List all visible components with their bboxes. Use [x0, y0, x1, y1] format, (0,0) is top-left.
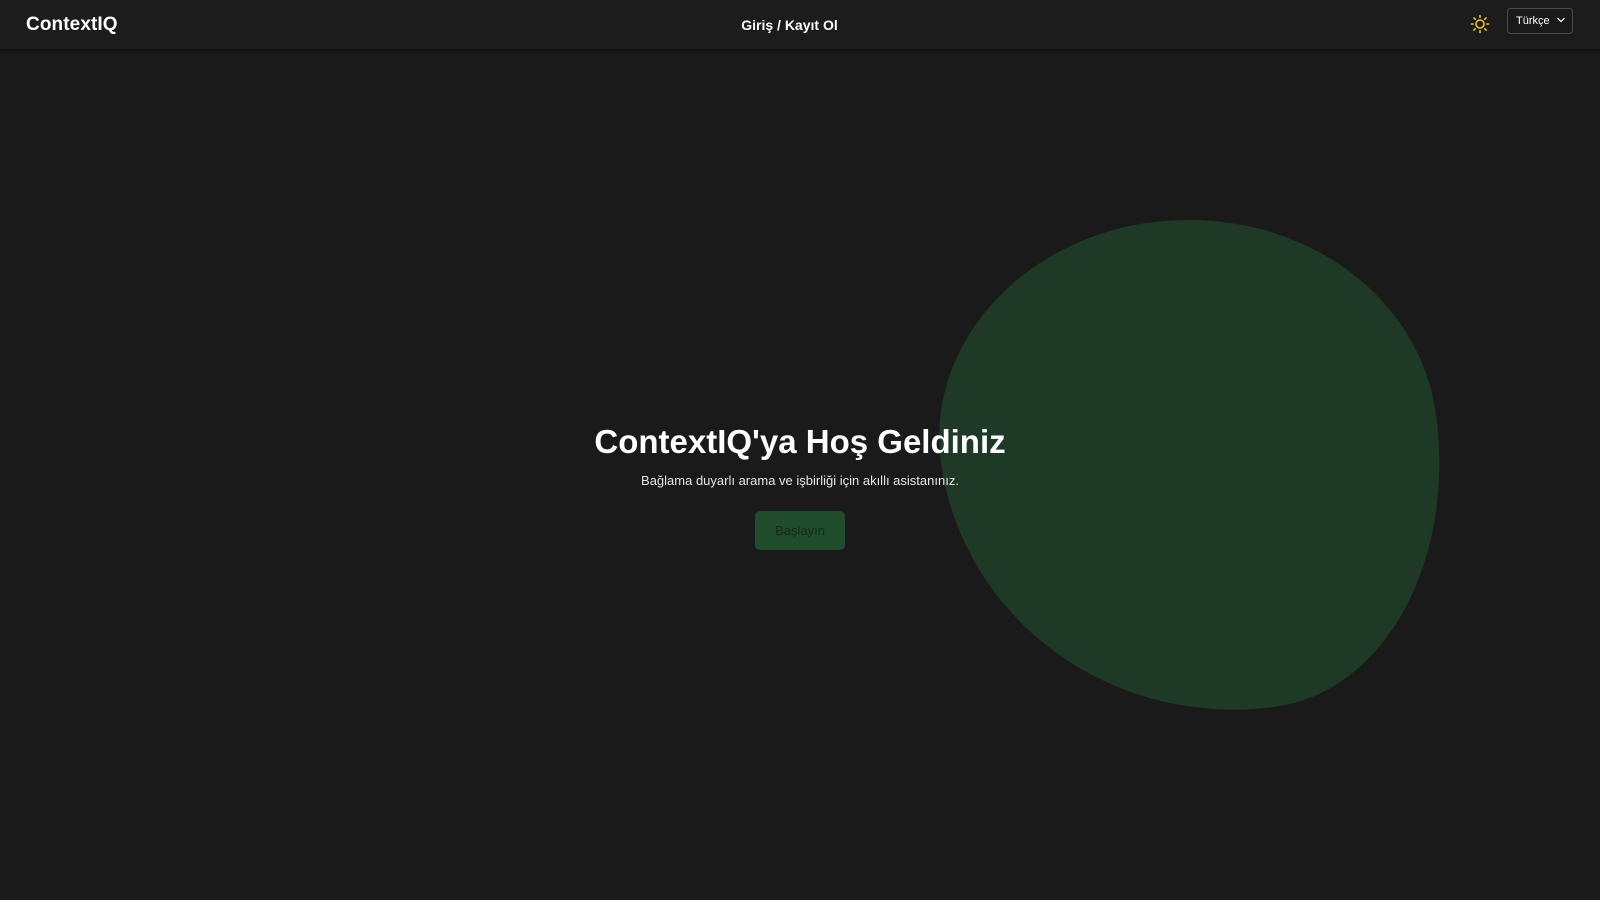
hero-title: ContextIQ'ya Hoş Geldiniz — [594, 423, 1006, 460]
app-root: ContextIQ Giriş / Kayıt Ol Türkçe Contex… — [0, 0, 1600, 900]
top-navbar: ContextIQ Giriş / Kayıt Ol Türkçe — [0, 0, 1600, 49]
get-started-button[interactable]: Başlayın — [755, 511, 845, 550]
login-register-link[interactable]: Giriş / Kayıt Ol — [741, 17, 837, 33]
nav-link-container: Giriş / Kayıt Ol — [0, 17, 1579, 33]
chevron-down-icon — [1557, 17, 1565, 23]
hero-section: ContextIQ'ya Hoş Geldiniz Bağlama duyarl… — [0, 420, 1600, 550]
language-select[interactable]: Türkçe — [1507, 8, 1573, 34]
hero-subtitle: Bağlama duyarlı arama ve işbirliği için … — [641, 473, 959, 488]
brand-logo[interactable]: ContextIQ — [26, 14, 118, 36]
language-select-value: Türkçe — [1516, 15, 1550, 27]
sun-icon — [1470, 14, 1490, 34]
theme-toggle-button[interactable] — [1470, 14, 1490, 34]
